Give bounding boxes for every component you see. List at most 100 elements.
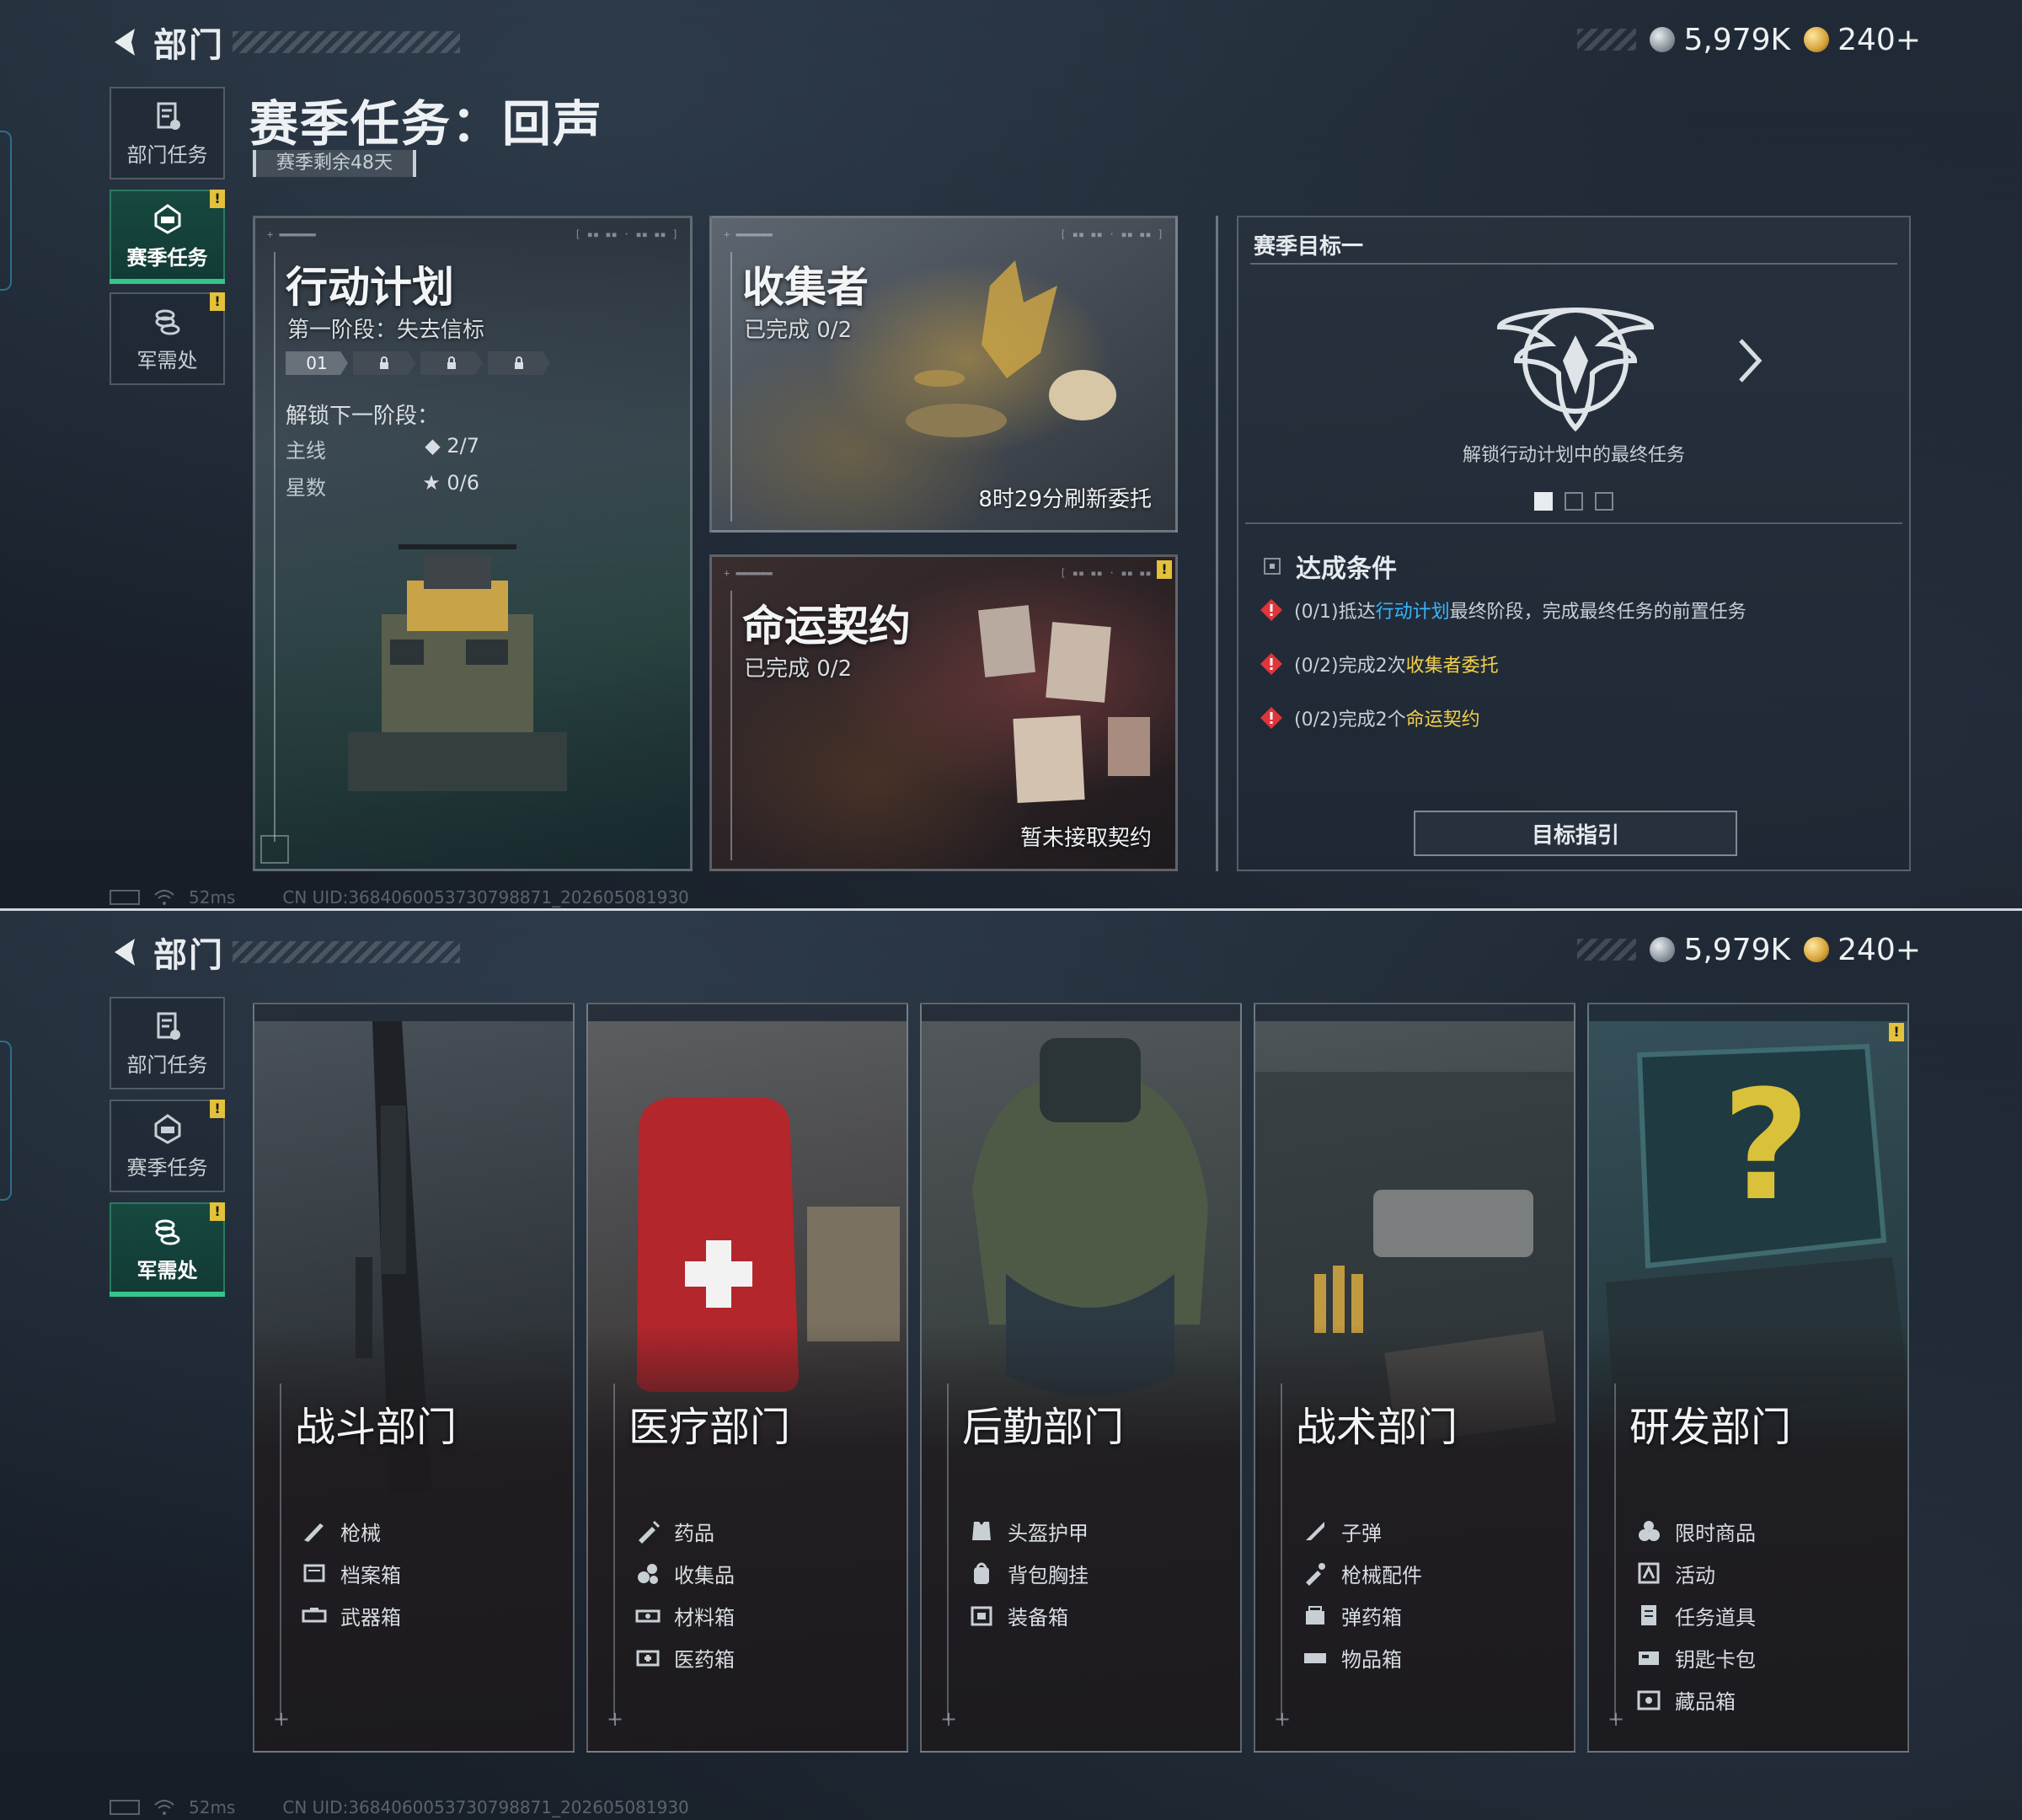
sidebar-item-season-tasks[interactable]: 赛季任务 ! xyxy=(110,1100,225,1192)
list-item: 钥匙卡包 xyxy=(1636,1636,1756,1678)
plus-icon: + xyxy=(273,1707,291,1731)
header-decoration xyxy=(233,31,460,53)
material-box-icon xyxy=(635,1609,661,1623)
hud-decoration: + ▬▬▬▬▬▬[ ▪▪ ▪▪ · ▪▪ ▪▪ ] xyxy=(724,228,1163,240)
edge-pull-tab[interactable] xyxy=(0,131,12,291)
list-item: 弹药箱 xyxy=(1303,1594,1422,1636)
wanted-posters-illustration xyxy=(977,605,1150,804)
sidebar-item-department-tasks[interactable]: 部门任务 xyxy=(110,87,225,179)
sidebar-item-label: 赛季任务 xyxy=(126,1155,208,1180)
department-card-tactical[interactable]: 战术部门 子弹 枪械配件 弹药箱 物品箱 + xyxy=(1254,1003,1575,1753)
list-item: 药品 xyxy=(635,1510,735,1552)
list-item: 藏品箱 xyxy=(1636,1678,1756,1721)
card-topbar xyxy=(588,1004,907,1021)
eagle-emblem-icon xyxy=(1496,307,1655,432)
stars-label: 星数 xyxy=(286,476,326,500)
item-box-icon xyxy=(1304,1653,1326,1663)
fate-progress: 已完成 0/2 xyxy=(744,656,853,682)
keycard-pack-icon xyxy=(1639,1651,1659,1665)
treasure-illustration xyxy=(906,260,1116,437)
department-card-medical[interactable]: 医疗部门 药品 收集品 材料箱 医药箱 + xyxy=(586,1003,908,1753)
goal-pager xyxy=(1238,492,1909,511)
coins-icon xyxy=(155,309,179,335)
sidebar-item-season-tasks[interactable]: 赛季任务 ! xyxy=(110,190,225,284)
sidebar-item-quartermaster[interactable]: 军需处 ! xyxy=(110,292,225,385)
card-guide-line xyxy=(1614,1384,1616,1721)
notification-badge: ! xyxy=(210,292,225,311)
lock-icon xyxy=(447,356,456,369)
gold-currency[interactable]: 240+ xyxy=(1804,23,1921,57)
plus-icon: + xyxy=(1607,1707,1625,1731)
department-items: 子弹 枪械配件 弹药箱 物品箱 xyxy=(1303,1510,1422,1678)
back-button[interactable] xyxy=(108,24,145,61)
backpack-icon xyxy=(974,1562,989,1584)
collector-card[interactable]: + ▬▬▬▬▬▬[ ▪▪ ▪▪ · ▪▪ ▪▪ ] 收集者 已完成 0/2 8时… xyxy=(709,216,1178,533)
file-box-icon xyxy=(303,1564,325,1582)
card-topbar xyxy=(1589,1004,1907,1021)
edge-pull-tab[interactable] xyxy=(0,1041,12,1201)
phase-locked xyxy=(488,351,550,375)
list-item: 枪械配件 xyxy=(1303,1552,1422,1594)
page-title: 部门 xyxy=(153,936,224,975)
pager-dot[interactable] xyxy=(1565,492,1583,511)
department-card-combat[interactable]: 战斗部门 枪械 档案箱 武器箱 + xyxy=(253,1003,575,1753)
event-icon xyxy=(1638,1562,1660,1584)
attachment-icon xyxy=(1306,1563,1325,1586)
phase-locked xyxy=(420,351,483,375)
card-guide-line xyxy=(947,1384,949,1721)
expand-icon xyxy=(260,835,289,864)
next-goal-chevron-icon[interactable] xyxy=(1732,335,1766,386)
action-plan-card[interactable]: + ▬▬▬▬▬▬[ ▪▪ ▪▪ · ▪▪ ▪▪ ] 行动计划 第一阶段：失去信标… xyxy=(253,216,693,871)
currency-bar: 5,979K 240+ xyxy=(1577,19,1921,61)
card-guide-line xyxy=(274,252,275,842)
header-decoration xyxy=(233,941,460,963)
mainline-value: ◆ 2/7 xyxy=(425,434,479,458)
collectibles-icon xyxy=(638,1564,658,1584)
collection-box-icon xyxy=(1637,1690,1661,1710)
sidebar-item-quartermaster[interactable]: 军需处 ! xyxy=(110,1202,225,1297)
goal-guide-button[interactable]: 目标指引 xyxy=(1414,811,1737,856)
silver-currency[interactable]: 5,979K xyxy=(1650,933,1790,967)
sidebar: 部门任务 赛季任务 ! 军需处 ! xyxy=(110,997,225,1305)
sidebar-item-department-tasks[interactable]: 部门任务 xyxy=(110,997,225,1089)
goal-header-divider xyxy=(1250,263,1897,265)
silver-coin-icon xyxy=(1650,937,1676,962)
syringe-icon xyxy=(639,1520,661,1544)
unlock-next-label: 解锁下一阶段： xyxy=(286,404,440,429)
stars-value: ★ 0/6 xyxy=(422,471,479,495)
season-icon xyxy=(154,1113,180,1144)
plus-icon: + xyxy=(940,1707,958,1731)
page-title: 部门 xyxy=(153,26,224,65)
gold-currency[interactable]: 240+ xyxy=(1804,933,1921,967)
list-item: 活动 xyxy=(1636,1552,1756,1594)
lock-icon xyxy=(380,356,388,369)
season-title: 赛季任务：回声 xyxy=(249,95,604,153)
notification-badge: ! xyxy=(1889,1023,1904,1041)
card-topbar xyxy=(1255,1004,1574,1021)
currency-decoration xyxy=(1577,29,1637,51)
phase-locked xyxy=(353,351,415,375)
hud-decoration: + ▬▬▬▬▬▬[ ▪▪ ▪▪ · ▪▪ ▪▪ ] xyxy=(267,228,678,240)
silver-amount: 5,979K xyxy=(1683,932,1791,967)
warning-icon xyxy=(1260,653,1282,675)
pager-dot[interactable] xyxy=(1595,492,1613,511)
warning-icon xyxy=(1260,599,1282,621)
pager-dot[interactable] xyxy=(1534,492,1553,511)
department-items: 限时商品 活动 任务道具 钥匙卡包 藏品箱 xyxy=(1636,1510,1756,1721)
department-name: 研发部门 xyxy=(1629,1404,1792,1451)
conditions-title: 达成条件 xyxy=(1264,548,1397,585)
fate-contract-card[interactable]: + ▬▬▬▬▬▬[ ▪▪ ▪▪ · ▪▪ ▪▪ ] 命运契约 已完成 0/2 暂… xyxy=(709,554,1178,871)
equipment-box-icon xyxy=(971,1606,992,1626)
season-remaining-badge: 赛季剩余48天 xyxy=(253,150,416,177)
department-card-logistics[interactable]: 后勤部门 头盔护甲 背包胸挂 装备箱 + xyxy=(920,1003,1242,1753)
silver-currency[interactable]: 5,979K xyxy=(1650,23,1790,57)
uid-label: CN UID:3684060053730798871_202605081930 xyxy=(282,1797,689,1817)
sidebar-item-label: 赛季任务 xyxy=(126,245,208,270)
back-arrow-icon xyxy=(115,939,135,966)
document-icon xyxy=(157,102,180,130)
back-button[interactable] xyxy=(108,934,145,971)
silver-amount: 5,979K xyxy=(1683,22,1791,57)
card-topbar xyxy=(922,1004,1240,1021)
department-card-rnd[interactable]: ? 研发部门 限时商品 活动 任务道具 钥匙卡包 藏品箱 + ! xyxy=(1587,1003,1909,1753)
gold-amount: 240+ xyxy=(1837,22,1921,57)
